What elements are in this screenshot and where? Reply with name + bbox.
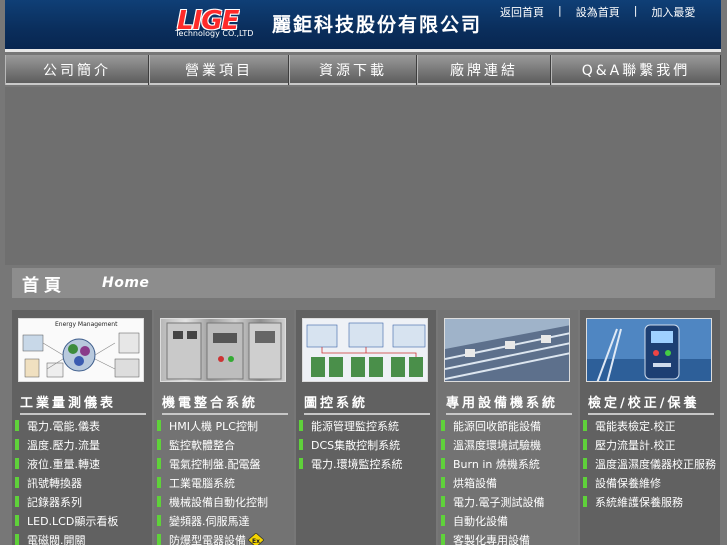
nav-item-brands[interactable]: 廠牌連結 bbox=[417, 55, 551, 85]
page: { "header": { "logo_text": "LIGE", "logo… bbox=[0, 0, 727, 545]
list-item[interactable]: Burn in 燒機系統 bbox=[441, 454, 545, 473]
list-item[interactable]: 自動化設備 bbox=[441, 511, 545, 530]
list-item[interactable]: 電氣控制盤.配電盤 bbox=[157, 454, 268, 473]
category-calibration: 檢定/校正/保養 電能表檢定.校正 壓力流量計.校正 溫度溫濕度儀器校正服務 設… bbox=[580, 310, 720, 545]
main-nav: 公司簡介 營業項目 資源下載 廠牌連結 Q&A聯繫我們 bbox=[5, 55, 721, 85]
list-item[interactable]: 訊號轉換器 bbox=[15, 473, 118, 492]
energy-management-image[interactable]: Energy Management bbox=[18, 318, 144, 382]
category-heading: 圖控系統 bbox=[304, 392, 430, 415]
list-item[interactable]: 壓力流量計.校正 bbox=[583, 435, 716, 454]
company-name: 麗鉅科技股份有限公司 bbox=[272, 14, 483, 36]
page-title-en: Home bbox=[102, 275, 150, 291]
site-header: LIGE Technology CO.,LTD 麗鉅科技股份有限公司 返回首頁 … bbox=[5, 0, 721, 52]
list-item[interactable]: 溫濕度環境試驗機 bbox=[441, 435, 545, 454]
explosion-proof-icon: Ex bbox=[247, 531, 265, 545]
category-measurement: Energy Management 工業量測儀表 電力.電能.儀表 溫度.壓力.… bbox=[12, 310, 152, 545]
list-item[interactable]: 電力.環境監控系統 bbox=[299, 454, 403, 473]
list-item[interactable]: 電磁閥.開關 bbox=[15, 530, 118, 545]
control-panel-image[interactable] bbox=[160, 318, 286, 382]
add-favorite-link[interactable]: 加入最愛 bbox=[651, 4, 695, 20]
list-item[interactable]: 監控軟體整合 bbox=[157, 435, 268, 454]
list-item[interactable]: 工業電腦系統 bbox=[157, 473, 268, 492]
list-item[interactable]: 溫度溫濕度儀器校正服務 bbox=[583, 454, 716, 473]
category-equipment: 專用設備機系統 能源回收節能設備 溫濕度環境試驗機 Burn in 燒機系統 烘… bbox=[438, 310, 578, 545]
nav-item-about[interactable]: 公司簡介 bbox=[5, 55, 149, 85]
company-logo[interactable]: LIGE Technology CO.,LTD bbox=[173, 6, 273, 40]
nav-item-downloads[interactable]: 資源下載 bbox=[289, 55, 417, 85]
page-title-bar: 首頁 Home bbox=[12, 268, 715, 298]
list-item[interactable]: 記錄器系列 bbox=[15, 492, 118, 511]
calibration-device-image[interactable] bbox=[586, 318, 712, 382]
list-item[interactable]: 電力.電子測試設備 bbox=[441, 492, 545, 511]
scada-diagram-image[interactable] bbox=[302, 318, 428, 382]
list-item[interactable]: 電能表檢定.校正 bbox=[583, 416, 716, 435]
list-item[interactable]: 機械設備自動化控制 bbox=[157, 492, 268, 511]
logo-subtitle: Technology CO.,LTD bbox=[175, 29, 254, 38]
category-heading: 工業量測儀表 bbox=[20, 392, 146, 415]
list-item[interactable]: 液位.重量.轉速 bbox=[15, 454, 118, 473]
list-item[interactable]: 設備保養維修 bbox=[583, 473, 716, 492]
svg-text:Ex: Ex bbox=[252, 538, 260, 545]
list-item[interactable]: 烘箱設備 bbox=[441, 473, 545, 492]
header-links: 返回首頁 | 設為首頁 | 加入最愛 bbox=[500, 4, 695, 20]
list-item[interactable]: 系統維護保養服務 bbox=[583, 492, 716, 511]
banner-area bbox=[5, 87, 721, 265]
nav-item-services[interactable]: 營業項目 bbox=[149, 55, 289, 85]
production-line-image[interactable] bbox=[444, 318, 570, 382]
list-item[interactable]: LED.LCD顯示看板 bbox=[15, 511, 118, 530]
list-item[interactable]: 電力.電能.儀表 bbox=[15, 416, 118, 435]
list-item[interactable]: HMI人機 PLC控制 bbox=[157, 416, 268, 435]
list-item[interactable]: 變頻器.伺服馬達 bbox=[157, 511, 268, 530]
category-heading: 檢定/校正/保養 bbox=[588, 392, 714, 415]
category-columns: Energy Management 工業量測儀表 電力.電能.儀表 溫度.壓力.… bbox=[12, 310, 722, 545]
list-item[interactable]: 防爆型電器設備 Ex bbox=[157, 530, 268, 545]
list-item[interactable]: 客製化專用設備 bbox=[441, 530, 545, 545]
list-item[interactable]: 能源回收節能設備 bbox=[441, 416, 545, 435]
category-heading: 機電整合系統 bbox=[162, 392, 288, 415]
link-separator: | bbox=[633, 4, 638, 17]
list-item[interactable]: DCS集散控制系統 bbox=[299, 435, 403, 454]
link-separator: | bbox=[558, 4, 562, 17]
category-heading: 專用設備機系統 bbox=[446, 392, 572, 415]
list-item[interactable]: 溫度.壓力.流量 bbox=[15, 435, 118, 454]
category-integration: 機電整合系統 HMI人機 PLC控制 監控軟體整合 電氣控制盤.配電盤 工業電腦… bbox=[154, 310, 294, 545]
back-home-link[interactable]: 返回首頁 bbox=[500, 4, 544, 20]
list-item[interactable]: 能源管理監控系統 bbox=[299, 416, 403, 435]
nav-item-contact[interactable]: Q&A聯繫我們 bbox=[551, 55, 721, 85]
image-caption: Energy Management bbox=[55, 321, 118, 328]
category-scada: 圖控系統 能源管理監控系統 DCS集散控制系統 電力.環境監控系統 bbox=[296, 310, 436, 545]
set-homepage-link[interactable]: 設為首頁 bbox=[576, 4, 620, 20]
page-title: 首頁 bbox=[22, 275, 66, 296]
